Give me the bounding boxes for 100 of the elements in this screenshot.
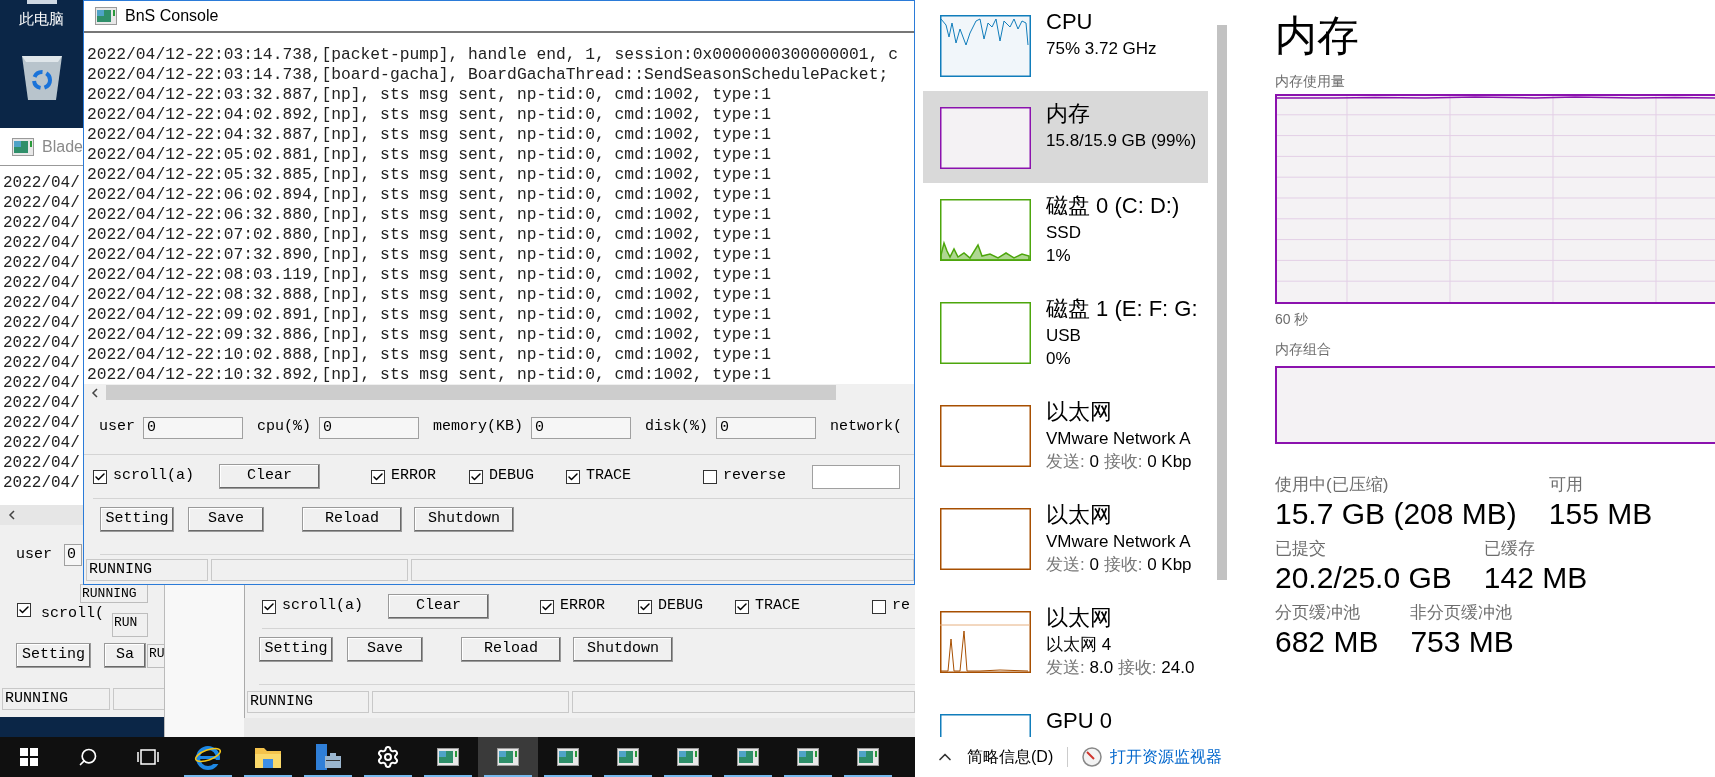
- button[interactable]: Save: [347, 637, 423, 662]
- checkbox[interactable]: [469, 469, 484, 484]
- item-detail: 1%: [1046, 245, 1072, 267]
- item-detail: 0%: [1046, 348, 1072, 370]
- stat-value: 20.2/25.0 GB: [1275, 560, 1452, 596]
- scrollbar-thumb[interactable]: [1217, 25, 1227, 580]
- item-detail: 75% 3.72 GHz: [1046, 38, 1157, 60]
- log-line: 2022/04/12-22:03:32.887,[np], sts msg sent, np-tid:0, cmd:1002, type:1: [87, 85, 771, 105]
- checkbox-label: ERROR: [391, 466, 437, 487]
- log-line: 2022/04/12-22:04:32.887,[np], sts msg sent, np-tid:0, cmd:1002, type:1: [87, 125, 771, 145]
- log-line: 2022/04/: [3, 373, 80, 393]
- input-field[interactable]: 0: [319, 416, 420, 439]
- button[interactable]: Shutdown: [573, 637, 673, 662]
- stat-label: 已缓存: [1483, 538, 1536, 560]
- log-line: 2022/04/: [3, 393, 80, 413]
- search-icon: [78, 747, 98, 767]
- stat-label: 分页缓冲池: [1275, 602, 1361, 624]
- horizontal-scrollbar[interactable]: [0, 505, 83, 525]
- input-field[interactable]: 0: [143, 416, 243, 439]
- log-line: 2022/04/: [3, 413, 80, 433]
- item-detail: VMware Network A: [1046, 531, 1192, 553]
- button[interactable]: Reload: [302, 507, 402, 532]
- log-line: 2022/04/12-22:05:32.885,[np], sts msg sent, np-tid:0, cmd:1002, type:1: [87, 165, 771, 185]
- field-label: memory(KB): [433, 417, 524, 438]
- button[interactable]: Clear: [388, 594, 489, 619]
- item-title: 磁盘 0 (C: D:): [1046, 192, 1180, 220]
- checkbox-label: TRACE: [586, 466, 632, 487]
- button[interactable]: Setting: [259, 637, 333, 662]
- stat-value: 142 MB: [1483, 560, 1588, 596]
- window-title: Blade: [42, 136, 83, 157]
- button[interactable]: Save: [188, 507, 264, 532]
- button[interactable]: Setting: [16, 642, 91, 668]
- checkbox[interactable]: [93, 469, 107, 484]
- section-title: 内存: [1275, 11, 1360, 61]
- log-line: 2022/04/12-22:06:02.894,[np], sts msg sent, np-tid:0, cmd:1002, type:1: [87, 185, 771, 205]
- button[interactable]: Clear: [219, 464, 320, 489]
- log-line: 2022/04/: [3, 193, 80, 213]
- checkbox[interactable]: [872, 599, 887, 614]
- checkbox[interactable]: [262, 599, 276, 614]
- task-view-icon: [137, 748, 159, 766]
- input-field[interactable]: 0: [531, 416, 632, 439]
- item-detail: SSD: [1046, 222, 1082, 244]
- log-line: 2022/04/12-22:03:14.738,[board-gacha], BoardGachaThread::SendSeasonSchedulePacket;: [87, 65, 889, 85]
- item-title: CPU: [1046, 8, 1094, 36]
- log-line: 2022/04/: [3, 273, 80, 293]
- input-field[interactable]: 0: [64, 544, 82, 566]
- button[interactable]: Reload: [461, 637, 561, 662]
- computer-icon[interactable]: [26, 0, 57, 4]
- stat-label: 已提交: [1275, 538, 1327, 560]
- log-line: 2022/04/12-22:07:32.890,[np], sts msg sent, np-tid:0, cmd:1002, type:1: [87, 245, 771, 265]
- input-field[interactable]: 0: [716, 416, 817, 439]
- item-detail: VMware Network A: [1046, 428, 1192, 450]
- stat-value: 155 MB: [1548, 496, 1653, 532]
- resource-monitor-link[interactable]: 打开资源监视器: [1110, 745, 1223, 769]
- stat-label: 非分页缓冲池: [1410, 602, 1514, 624]
- log-line: 2022/04/12-22:08:32.888,[np], sts msg sent, np-tid:0, cmd:1002, type:1: [87, 285, 771, 305]
- checkbox[interactable]: [17, 603, 31, 617]
- taskbar-button[interactable]: [478, 737, 538, 777]
- console-window-icon: [557, 748, 579, 766]
- status-cell: RUNNING: [80, 584, 148, 603]
- fewer-details-button[interactable]: 简略信息(D): [967, 745, 1054, 769]
- scroll-left-icon[interactable]: [91, 387, 99, 398]
- checkbox[interactable]: [371, 469, 385, 484]
- server-icon: [313, 742, 343, 772]
- checkbox[interactable]: [703, 469, 718, 484]
- button[interactable]: Setting: [100, 507, 174, 532]
- log-line: 2022/04/12-22:08:03.119,[np], sts msg sent, np-tid:0, cmd:1002, type:1: [87, 265, 771, 285]
- log-line: 2022/04/: [3, 333, 80, 353]
- console-window-icon: [677, 748, 699, 766]
- folder-icon: [254, 745, 282, 769]
- status-cell: RUNNING: [86, 558, 208, 581]
- checkbox[interactable]: [540, 599, 554, 614]
- log-line: 2022/04/12-22:06:32.880,[np], sts msg sent, np-tid:0, cmd:1002, type:1: [87, 205, 771, 225]
- checkbox-label: DEBUG: [658, 596, 704, 617]
- button[interactable]: Shutdown: [414, 507, 514, 532]
- scroll-left-icon[interactable]: [8, 510, 16, 520]
- console-window-icon: [797, 748, 819, 766]
- status-cell: RUN: [112, 613, 148, 637]
- log-line: 2022/04/12-22:09:32.886,[np], sts msg sent, np-tid:0, cmd:1002, type:1: [87, 325, 771, 345]
- item-title: 以太网: [1046, 398, 1113, 426]
- checkbox-label: scroll(a): [282, 596, 363, 617]
- windows-logo-icon: [20, 748, 38, 766]
- console-window-icon: [497, 748, 519, 766]
- checkbox[interactable]: [638, 599, 653, 614]
- log-line: 2022/04/: [3, 473, 80, 493]
- checkbox[interactable]: [735, 599, 750, 614]
- field-label: user: [16, 544, 52, 565]
- stat-label: 使用中(已压缩): [1275, 474, 1390, 496]
- button[interactable]: Sa: [104, 642, 146, 668]
- input-field[interactable]: [812, 464, 901, 489]
- item-detail: 15.8/15.9 GB (99%): [1046, 130, 1197, 152]
- scrollbar-thumb[interactable]: [106, 385, 836, 400]
- checkbox-label: scroll(a): [113, 466, 194, 487]
- checkbox[interactable]: [566, 469, 581, 484]
- icon-label[interactable]: 此电脑: [19, 10, 64, 28]
- chart-label: 内存使用量: [1275, 72, 1346, 90]
- item-title: 内存: [1046, 100, 1091, 128]
- performance-item[interactable]: 内存 15.8/15.9 GB (99%): [923, 91, 1208, 183]
- log-line: 2022/04/: [3, 253, 80, 273]
- status-cell: RUNNING: [247, 690, 369, 713]
